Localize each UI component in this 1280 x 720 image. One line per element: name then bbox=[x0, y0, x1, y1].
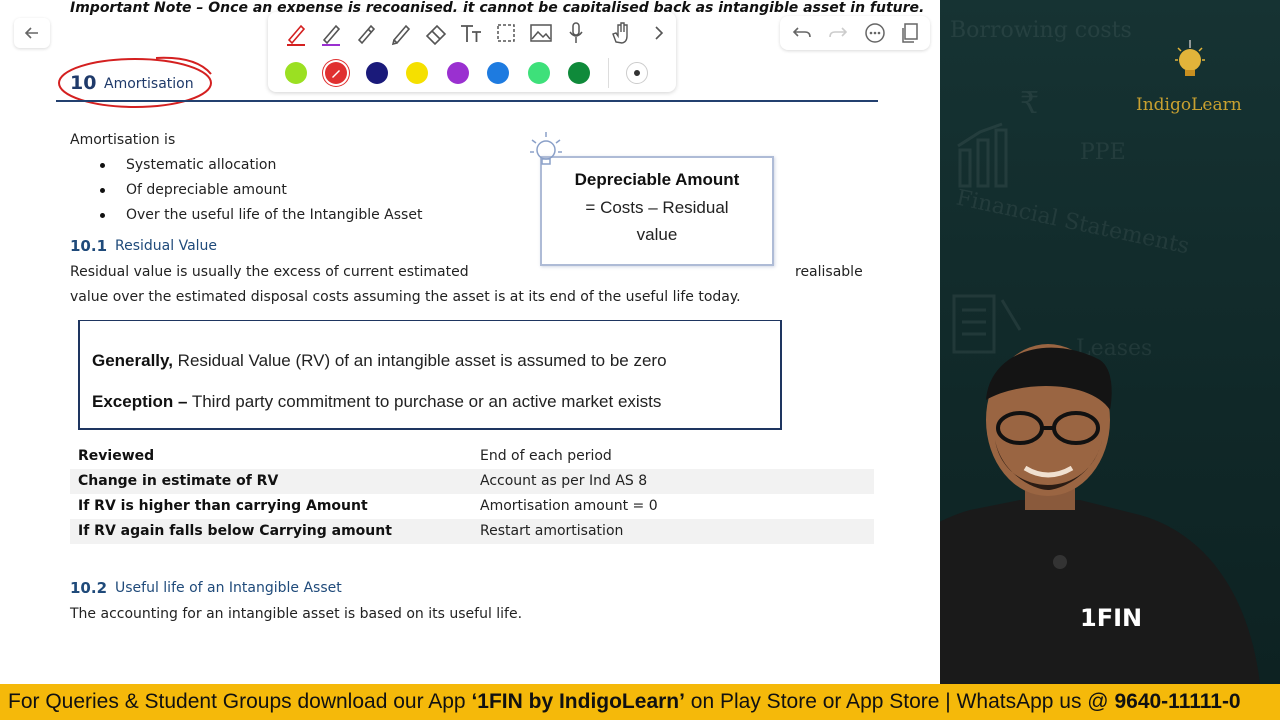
more-options-icon[interactable] bbox=[863, 21, 887, 45]
table-cell: Amortisation amount = 0 bbox=[480, 498, 658, 514]
chart-watermark-icon bbox=[957, 122, 1008, 188]
document-page: Important Note – Once an expense is reco… bbox=[0, 0, 940, 684]
dot-icon bbox=[634, 70, 640, 76]
table-cell: Reviewed bbox=[78, 448, 155, 464]
callout-bold: Exception – bbox=[92, 392, 188, 411]
watermark-text: Borrowing costs bbox=[950, 18, 1132, 43]
paragraph-text: value over the estimated disposal costs … bbox=[70, 289, 741, 305]
hand-icon[interactable] bbox=[608, 20, 634, 46]
banner-app-name: ‘1FIN by IndigoLearn’ bbox=[471, 690, 685, 713]
section-divider bbox=[56, 100, 878, 102]
table-cell: Account as per Ind AS 8 bbox=[480, 473, 648, 489]
color-swatch[interactable] bbox=[568, 62, 590, 84]
watermark-text: Financial Statements bbox=[953, 185, 1192, 260]
shirt-logo: 1FIN bbox=[1080, 604, 1143, 632]
table-cell: Change in estimate of RV bbox=[78, 473, 279, 489]
highlighter-icon[interactable] bbox=[318, 20, 344, 46]
callout-line: Exception – Third party commitment to pu… bbox=[92, 392, 661, 412]
color-swatch[interactable] bbox=[285, 62, 307, 84]
table-cell: If RV again falls below Carrying amount bbox=[78, 523, 392, 539]
watermark-text: PPE bbox=[1080, 140, 1126, 165]
chevron-right-icon[interactable] bbox=[646, 20, 672, 46]
eraser-icon[interactable] bbox=[423, 20, 449, 46]
paragraph-text: realisable bbox=[795, 264, 863, 280]
color-swatch-selected[interactable] bbox=[325, 62, 347, 84]
color-swatch[interactable] bbox=[406, 62, 428, 84]
table-row: Reviewed End of each period bbox=[70, 444, 874, 469]
subsection-number: 10.1 bbox=[70, 237, 108, 255]
select-icon[interactable] bbox=[493, 20, 519, 46]
banner-text: For Queries & Student Groups download ou… bbox=[8, 690, 1241, 714]
watermark-text: ₹ bbox=[1020, 86, 1040, 121]
table-row: If RV is higher than carrying Amount Amo… bbox=[70, 494, 874, 519]
formula-title: Depreciable Amount bbox=[574, 170, 740, 189]
subsection-title: Residual Value bbox=[115, 238, 218, 254]
banner-segment: on Play Store or App Store | WhatsApp us… bbox=[684, 690, 1115, 713]
bullet-icon bbox=[100, 163, 105, 168]
back-button[interactable] bbox=[14, 18, 50, 48]
formula-box: Depreciable Amount = Costs – Residual va… bbox=[540, 156, 774, 266]
pages-icon[interactable] bbox=[898, 21, 922, 45]
history-toolbar bbox=[780, 16, 930, 50]
callout-text: Third party commitment to purchase or an… bbox=[187, 392, 662, 411]
toolbar-divider bbox=[608, 58, 609, 88]
callout-line: Generally, Residual Value (RV) of an int… bbox=[92, 351, 667, 371]
bullet-icon bbox=[100, 213, 105, 218]
annotation-toolbar bbox=[268, 12, 676, 92]
bullet-icon bbox=[100, 188, 105, 193]
text-icon[interactable] bbox=[458, 20, 484, 46]
redo-icon[interactable] bbox=[826, 21, 850, 45]
paragraph-text: The accounting for an intangible asset i… bbox=[70, 606, 523, 622]
section-title: Amortisation bbox=[104, 76, 194, 92]
subsection-title: Useful life of an Intangible Asset bbox=[115, 580, 342, 596]
list-item: Of depreciable amount bbox=[126, 182, 287, 198]
color-swatch[interactable] bbox=[447, 62, 469, 84]
image-icon[interactable] bbox=[528, 20, 554, 46]
pen-icon bbox=[332, 70, 340, 78]
screen: Borrowing costs ₹ PPE Financial Statemen… bbox=[0, 0, 1280, 720]
table-cell: If RV is higher than carrying Amount bbox=[78, 498, 368, 514]
table-row: Change in estimate of RV Account as per … bbox=[70, 469, 874, 494]
banner-segment: For Queries & Student Groups download ou… bbox=[8, 690, 472, 713]
brand-logo-text: IndigoLearn bbox=[1136, 95, 1242, 115]
section-number: 10 bbox=[70, 72, 97, 94]
callout-box: Generally, Residual Value (RV) of an int… bbox=[78, 320, 782, 430]
color-swatch[interactable] bbox=[528, 62, 550, 84]
arrow-left-icon bbox=[24, 27, 38, 39]
subsection-number: 10.2 bbox=[70, 579, 108, 597]
formula-line: value bbox=[636, 225, 678, 244]
mic-icon[interactable] bbox=[563, 20, 589, 46]
color-swatch[interactable] bbox=[487, 62, 509, 84]
marker-icon[interactable] bbox=[353, 20, 379, 46]
table-cell: Restart amortisation bbox=[480, 523, 624, 539]
amortisation-intro: Amortisation is bbox=[70, 132, 176, 148]
table-row: If RV again falls below Carrying amount … bbox=[70, 519, 874, 544]
pen-icon[interactable] bbox=[283, 20, 309, 46]
list-item: Over the useful life of the Intangible A… bbox=[126, 207, 423, 223]
indigolearn-bulb-logo-icon bbox=[1175, 40, 1205, 76]
promo-banner: For Queries & Student Groups download ou… bbox=[0, 684, 1280, 720]
table-cell: End of each period bbox=[480, 448, 612, 464]
stroke-size-button[interactable] bbox=[626, 62, 648, 84]
undo-icon[interactable] bbox=[790, 21, 814, 45]
pencil-icon[interactable] bbox=[388, 20, 414, 46]
banner-phone: 9640-11111-0 bbox=[1114, 690, 1241, 713]
list-item: Systematic allocation bbox=[126, 157, 277, 173]
callout-text: Residual Value (RV) of an intangible ass… bbox=[172, 351, 667, 370]
color-swatch[interactable] bbox=[366, 62, 388, 84]
lightbulb-icon bbox=[530, 132, 562, 165]
paragraph-text: Residual value is usually the excess of … bbox=[70, 264, 469, 280]
formula-line: = Costs – Residual bbox=[585, 198, 729, 217]
callout-bold: Generally, bbox=[92, 351, 173, 370]
